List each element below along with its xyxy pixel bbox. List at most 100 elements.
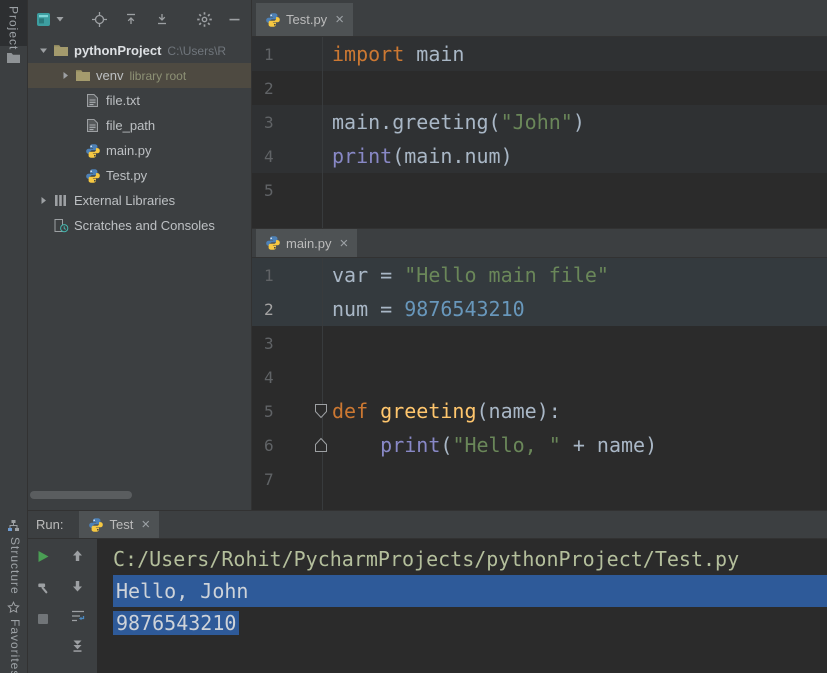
tree-item-scratches-and-consoles[interactable]: Scratches and Consoles bbox=[28, 213, 251, 238]
tree-item-label: file.txt bbox=[106, 93, 140, 108]
up-stack-icon[interactable] bbox=[71, 549, 84, 563]
console-line-3[interactable]: 9876543210 bbox=[113, 607, 827, 639]
settings-gear-icon[interactable] bbox=[196, 11, 213, 28]
tab-main-py[interactable]: main.py × bbox=[256, 229, 357, 257]
pycharm-window: Project Structure Favorites pythonProjec… bbox=[0, 0, 827, 673]
editor-body-main[interactable]: 1var = "Hello main file"2num = 987654321… bbox=[252, 258, 827, 510]
close-icon[interactable]: × bbox=[340, 235, 349, 252]
tab-label: main.py bbox=[286, 236, 332, 251]
left-tool-strip: Project Structure Favorites bbox=[0, 0, 28, 673]
tree-item-main-py[interactable]: main.py bbox=[28, 138, 251, 163]
scroll-to-end-icon[interactable] bbox=[71, 639, 84, 653]
code-token: (name): bbox=[477, 399, 561, 423]
tree-item-test-py[interactable]: Test.py bbox=[28, 163, 251, 188]
chevron-right-icon[interactable] bbox=[34, 195, 52, 206]
code-text: def greeting(name): bbox=[322, 399, 561, 423]
line-number: 3 bbox=[252, 113, 322, 132]
collapse-all-icon[interactable] bbox=[124, 12, 138, 26]
fold-start-icon[interactable] bbox=[313, 402, 329, 420]
tab-run-test[interactable]: Test × bbox=[79, 511, 159, 538]
code-line-1[interactable]: 1import main bbox=[252, 37, 827, 71]
run-panel: Run: Test × C:/Users/Rohit/PycharmProjec… bbox=[28, 510, 827, 673]
project-folder-icon[interactable] bbox=[6, 52, 21, 64]
tool-button-structure[interactable]: Structure bbox=[8, 537, 22, 600]
code-line-2[interactable]: 2num = 9876543210 bbox=[252, 292, 827, 326]
tree-item-label: file_path bbox=[106, 118, 155, 133]
code-line-3[interactable]: 3 bbox=[252, 326, 827, 360]
locate-file-icon[interactable] bbox=[91, 11, 108, 28]
code-line-6[interactable]: 6 print("Hello, " + name) bbox=[252, 428, 827, 462]
console-line-2[interactable]: Hello, John bbox=[113, 575, 827, 607]
editor-tabbar-top: Test.py × bbox=[252, 0, 827, 37]
line-number: 6 bbox=[252, 436, 322, 455]
chevron-right-icon[interactable] bbox=[56, 70, 74, 81]
tree-item-file-path[interactable]: file_path bbox=[28, 113, 251, 138]
code-line-1[interactable]: 1var = "Hello main file" bbox=[252, 258, 827, 292]
console-line-1[interactable]: C:/Users/Rohit/PycharmProjects/pythonPro… bbox=[113, 543, 827, 575]
down-stack-icon[interactable] bbox=[71, 579, 84, 593]
tab-test-py[interactable]: Test.py × bbox=[256, 3, 353, 36]
hide-panel-icon[interactable] bbox=[228, 13, 241, 26]
stop-icon[interactable] bbox=[37, 613, 49, 625]
project-tree: pythonProjectC:\Users\Rvenvlibrary root f… bbox=[28, 38, 251, 238]
project-view-icon[interactable] bbox=[36, 12, 51, 27]
folder-icon bbox=[52, 44, 69, 57]
tool-button-project[interactable]: Project bbox=[0, 0, 27, 46]
code-token: "Hello, " bbox=[452, 433, 560, 457]
tree-item-venv[interactable]: venvlibrary root bbox=[28, 63, 251, 88]
close-icon[interactable]: × bbox=[335, 11, 344, 28]
line-number: 4 bbox=[252, 368, 322, 387]
code-line-5[interactable]: 5 bbox=[252, 173, 827, 207]
scratches-icon bbox=[52, 218, 69, 233]
tree-item-file-txt[interactable]: file.txt bbox=[28, 88, 251, 113]
chevron-down-icon[interactable] bbox=[55, 14, 65, 24]
tree-item-label: Scratches and Consoles bbox=[74, 218, 215, 233]
code-text: print("Hello, " + name) bbox=[322, 433, 657, 457]
tree-item-external-libraries[interactable]: External Libraries bbox=[28, 188, 251, 213]
horizontal-scrollbar-thumb[interactable] bbox=[30, 491, 132, 499]
libraries-icon bbox=[52, 193, 69, 208]
line-number: 2 bbox=[252, 300, 322, 319]
code-token bbox=[332, 433, 380, 457]
console-output[interactable]: C:/Users/Rohit/PycharmProjects/pythonPro… bbox=[97, 539, 827, 673]
line-number: 5 bbox=[252, 181, 322, 200]
line-number: 4 bbox=[252, 147, 322, 166]
project-panel: pythonProjectC:\Users\Rvenvlibrary root f… bbox=[28, 0, 252, 510]
line-number: 3 bbox=[252, 334, 322, 353]
tree-item-hint: library root bbox=[129, 69, 186, 83]
build-hammer-icon[interactable] bbox=[36, 581, 51, 596]
python-icon bbox=[88, 517, 104, 533]
rerun-icon[interactable] bbox=[36, 549, 50, 564]
tree-item-pythonproject[interactable]: pythonProjectC:\Users\R bbox=[28, 38, 251, 63]
expand-all-icon[interactable] bbox=[155, 12, 169, 26]
structure-icon[interactable] bbox=[7, 519, 20, 532]
python-icon bbox=[84, 168, 101, 184]
code-line-3[interactable]: 3main.greeting("John") bbox=[252, 105, 827, 139]
code-token: print bbox=[380, 433, 440, 457]
tree-item-hint: C:\Users\R bbox=[167, 44, 226, 58]
code-line-4[interactable]: 4print(main.num) bbox=[252, 139, 827, 173]
favorites-icon[interactable] bbox=[7, 601, 20, 614]
fold-end-icon[interactable] bbox=[313, 436, 329, 454]
code-token: var = bbox=[332, 263, 404, 287]
python-icon bbox=[84, 143, 101, 159]
line-number: 1 bbox=[252, 45, 322, 64]
code-token: main bbox=[404, 42, 464, 66]
selected-text: 9876543210 bbox=[113, 611, 239, 635]
folder-icon bbox=[74, 69, 91, 82]
code-token: main.greeting( bbox=[332, 110, 501, 134]
close-icon[interactable]: × bbox=[141, 516, 150, 533]
line-number: 2 bbox=[252, 79, 322, 98]
soft-wrap-icon[interactable] bbox=[70, 609, 86, 623]
code-line-4[interactable]: 4 bbox=[252, 360, 827, 394]
project-tool-label: Project bbox=[7, 6, 21, 46]
code-line-5[interactable]: 5def greeting(name): bbox=[252, 394, 827, 428]
chevron-down-icon[interactable] bbox=[34, 45, 52, 56]
tool-button-favorites[interactable]: Favorites bbox=[8, 619, 22, 673]
code-line-2[interactable]: 2 bbox=[252, 71, 827, 105]
code-token: "Hello main file" bbox=[404, 263, 609, 287]
code-token: 9876543210 bbox=[404, 297, 524, 321]
editor-body-test[interactable]: 1import main23main.greeting("John")4prin… bbox=[252, 37, 827, 228]
code-line-7[interactable]: 7 bbox=[252, 462, 827, 496]
code-text: import main bbox=[322, 42, 464, 66]
